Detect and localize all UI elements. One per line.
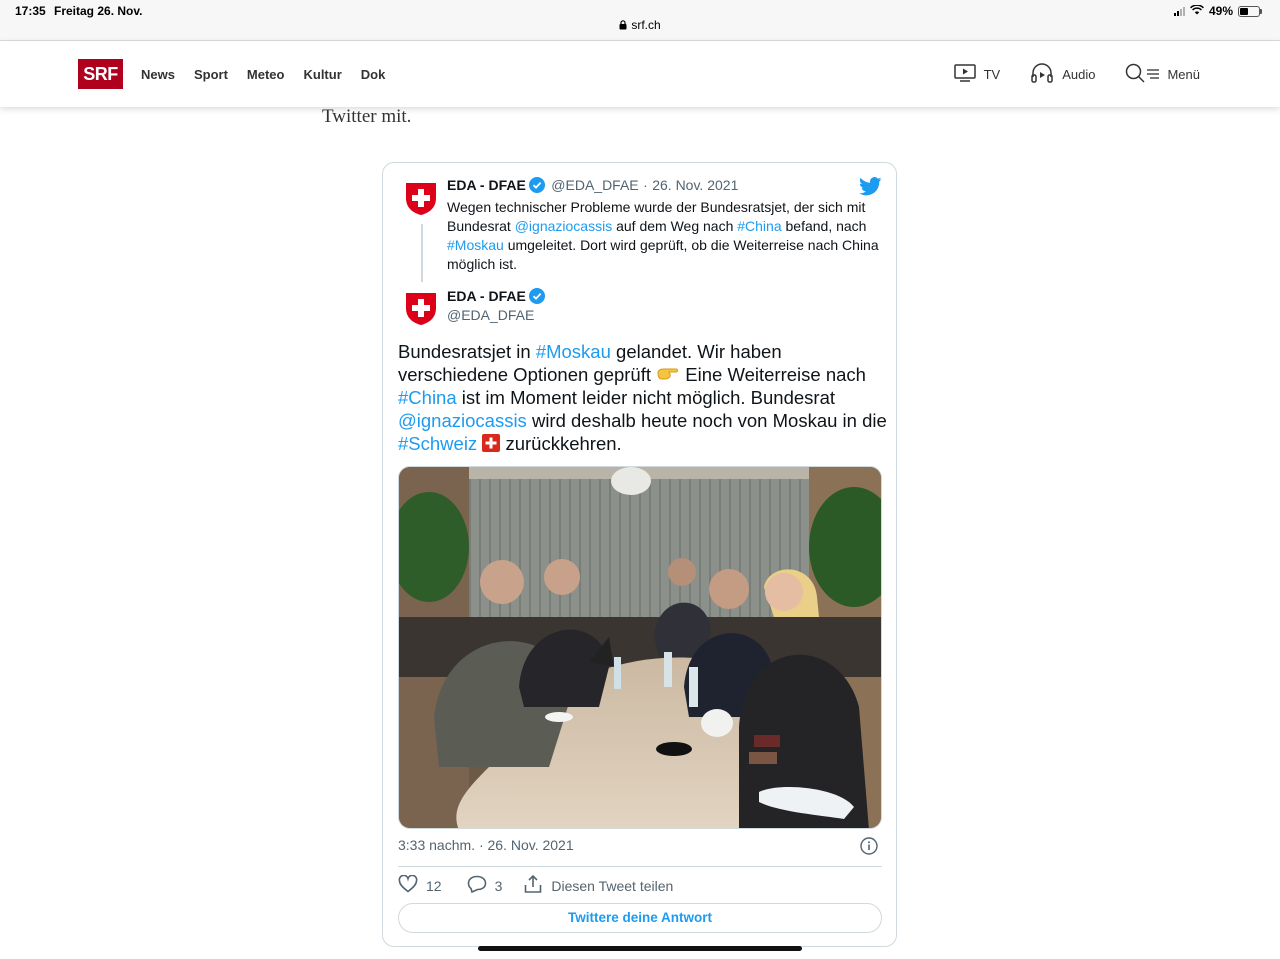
tv-label: TV <box>983 67 1001 82</box>
cellular-signal-icon <box>1173 6 1185 16</box>
author-handle[interactable]: @EDA_DFAE <box>447 307 534 323</box>
srf-logo[interactable]: SRF <box>78 59 123 89</box>
status-indicators: 49% <box>1173 4 1262 18</box>
meeting-photo-illustration <box>399 467 881 828</box>
eda-avatar[interactable] <box>403 290 439 326</box>
reply-count: 3 <box>494 877 503 894</box>
quoted-separator: · <box>643 177 648 193</box>
tweet-text-segment: Bundesratsjet in <box>398 341 536 362</box>
tweet-link[interactable]: #China <box>737 218 781 234</box>
share-icon <box>523 874 543 897</box>
ios-status-bar: 17:35 Freitag 26. Nov. srf.ch 49% <box>0 0 1280 41</box>
tweet-text-segment: auf dem Weg nach <box>612 218 738 234</box>
nav-dok[interactable]: Dok <box>361 67 386 82</box>
nav-kultur[interactable]: Kultur <box>303 67 341 82</box>
tweet-text-segment: ist im Moment leider nicht möglich. Bund… <box>456 387 836 408</box>
verified-badge-icon <box>528 177 545 198</box>
site-header: SRF News Sport Meteo Kultur Dok TV Audio <box>0 41 1280 107</box>
author-name-row: EDA - DFAE <box>447 288 547 309</box>
info-icon[interactable] <box>860 837 878 860</box>
tweet-link[interactable]: @ignaziocassis <box>398 410 527 431</box>
tweet-text-segment: zurückkehren. <box>500 433 622 454</box>
tweet-photo[interactable] <box>398 466 882 829</box>
quoted-date[interactable]: 26. Nov. 2021 <box>652 177 738 193</box>
tweet-link[interactable]: @ignaziocassis <box>515 218 612 234</box>
menu-label: Menü <box>1167 67 1200 82</box>
reply-button[interactable]: Twittere deine Antwort <box>398 903 882 933</box>
tweet-link[interactable]: #Schweiz <box>398 433 477 454</box>
share-button[interactable]: Diesen Tweet teilen <box>523 874 673 897</box>
tweet-text-segment: wird deshalb heute noch von Moskau in di… <box>526 410 887 431</box>
battery-fill <box>1240 7 1249 15</box>
verified-badge-icon <box>528 288 545 309</box>
tweet-link[interactable]: #Moskau <box>447 237 504 253</box>
headphones-icon <box>1030 63 1054 86</box>
nav-meteo[interactable]: Meteo <box>247 67 285 82</box>
tweet-embed[interactable]: EDA - DFAE @EDA_DFAE · 26. Nov. 2021 Weg… <box>382 162 897 947</box>
quoted-author-handle[interactable]: @EDA_DFAE <box>551 177 638 193</box>
status-time: 17:35 <box>15 4 46 18</box>
article-text-fragment: Twitter mit. <box>322 106 412 127</box>
like-count: 12 <box>426 877 442 894</box>
swiss-flag-emoji-icon <box>482 433 501 454</box>
tweet-text-segment: Eine Weiterreise nach <box>680 364 866 385</box>
tweet-timestamp[interactable]: 3:33 nachm. · 26. Nov. 2021 <box>398 837 574 853</box>
tweet-text: Bundesratsjet in #Moskau gelandet. Wir h… <box>398 340 888 455</box>
quoted-tweet-text: Wegen technischer Probleme wurde der Bun… <box>447 198 887 274</box>
battery-percent: 49% <box>1208 4 1233 18</box>
lock-icon <box>619 19 627 33</box>
quoted-tweet-header: EDA - DFAE @EDA_DFAE · 26. Nov. 2021 <box>447 177 738 198</box>
thread-line <box>421 224 423 282</box>
quoted-author-name[interactable]: EDA - DFAE <box>447 177 526 193</box>
status-date: Freitag 26. Nov. <box>54 4 143 18</box>
tweet-divider <box>398 866 882 867</box>
main-nav: News Sport Meteo Kultur Dok <box>141 67 385 82</box>
share-label: Diesen Tweet teilen <box>551 877 674 894</box>
tweet-link[interactable]: #China <box>398 387 457 408</box>
tweet-link[interactable]: #Moskau <box>536 341 611 362</box>
tv-icon <box>953 64 976 85</box>
tv-button[interactable]: TV <box>953 64 1001 85</box>
heart-icon <box>398 874 418 896</box>
url-text: srf.ch <box>631 18 661 32</box>
search-icon <box>1125 63 1145 86</box>
audio-button[interactable]: Audio <box>1030 63 1095 86</box>
reply-count-button[interactable]: 3 <box>467 875 503 896</box>
nav-sport[interactable]: Sport <box>194 67 228 82</box>
pointing-hand-emoji-icon <box>656 364 680 385</box>
battery-icon <box>1238 5 1262 17</box>
eda-avatar-quoted[interactable] <box>403 180 439 216</box>
tweet-text-segment: umgeleitet. Dort wird geprüft, ob die We… <box>447 237 879 272</box>
comment-icon <box>467 875 487 896</box>
hamburger-icon <box>1147 67 1160 82</box>
header-actions: TV Audio Menü <box>924 63 1200 86</box>
home-indicator[interactable] <box>478 946 802 951</box>
wifi-icon <box>1190 4 1204 18</box>
menu-button[interactable]: Menü <box>1125 63 1200 86</box>
author-name[interactable]: EDA - DFAE <box>447 288 526 304</box>
tweet-text-segment: befand, nach <box>781 218 867 234</box>
audio-label: Audio <box>1062 67 1096 82</box>
address-bar[interactable]: srf.ch <box>0 18 1280 33</box>
like-button[interactable]: 12 <box>398 874 442 896</box>
nav-news[interactable]: News <box>141 67 175 82</box>
tweet-actions: 12 3 Diesen Tweet teilen <box>398 874 673 897</box>
